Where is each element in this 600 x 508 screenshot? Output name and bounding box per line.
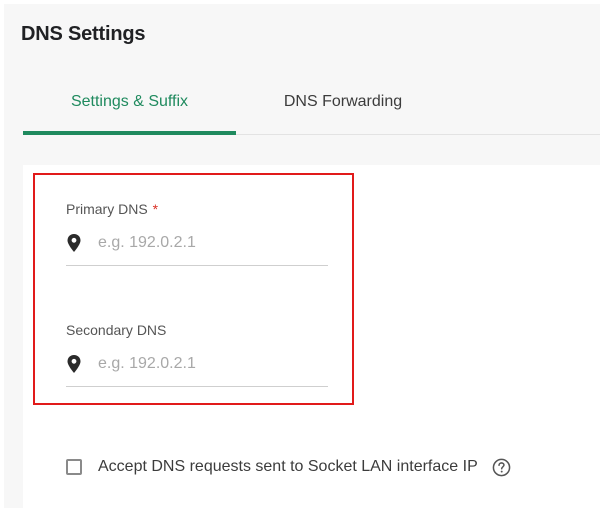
secondary-dns-field: Secondary DNS xyxy=(66,322,328,387)
primary-dns-label-text: Primary DNS xyxy=(66,201,148,217)
accept-requests-label[interactable]: Accept DNS requests sent to Socket LAN i… xyxy=(98,458,478,476)
tab-dns-forwarding[interactable]: DNS Forwarding xyxy=(243,76,443,134)
page-title: DNS Settings xyxy=(21,23,146,45)
secondary-dns-input[interactable] xyxy=(98,352,318,376)
secondary-dns-label: Secondary DNS xyxy=(66,322,167,338)
secondary-dns-input-row xyxy=(66,346,328,387)
accept-requests-row: Accept DNS requests sent to Socket LAN i… xyxy=(66,456,511,478)
map-pin-icon xyxy=(67,234,81,252)
primary-dns-field: Primary DNS * xyxy=(66,201,328,266)
tab-settings-suffix[interactable]: Settings & Suffix xyxy=(23,76,236,135)
tab-bar: Settings & Suffix DNS Forwarding xyxy=(23,76,600,135)
accept-requests-checkbox[interactable] xyxy=(66,459,82,475)
required-marker: * xyxy=(152,201,159,217)
question-circle-icon[interactable] xyxy=(492,458,511,477)
primary-dns-input-row xyxy=(66,225,328,266)
primary-dns-input[interactable] xyxy=(98,231,318,255)
page: DNS Settings Settings & Suffix DNS Forwa… xyxy=(0,0,600,508)
primary-dns-label: Primary DNS * xyxy=(66,201,328,217)
map-pin-icon xyxy=(67,355,81,373)
